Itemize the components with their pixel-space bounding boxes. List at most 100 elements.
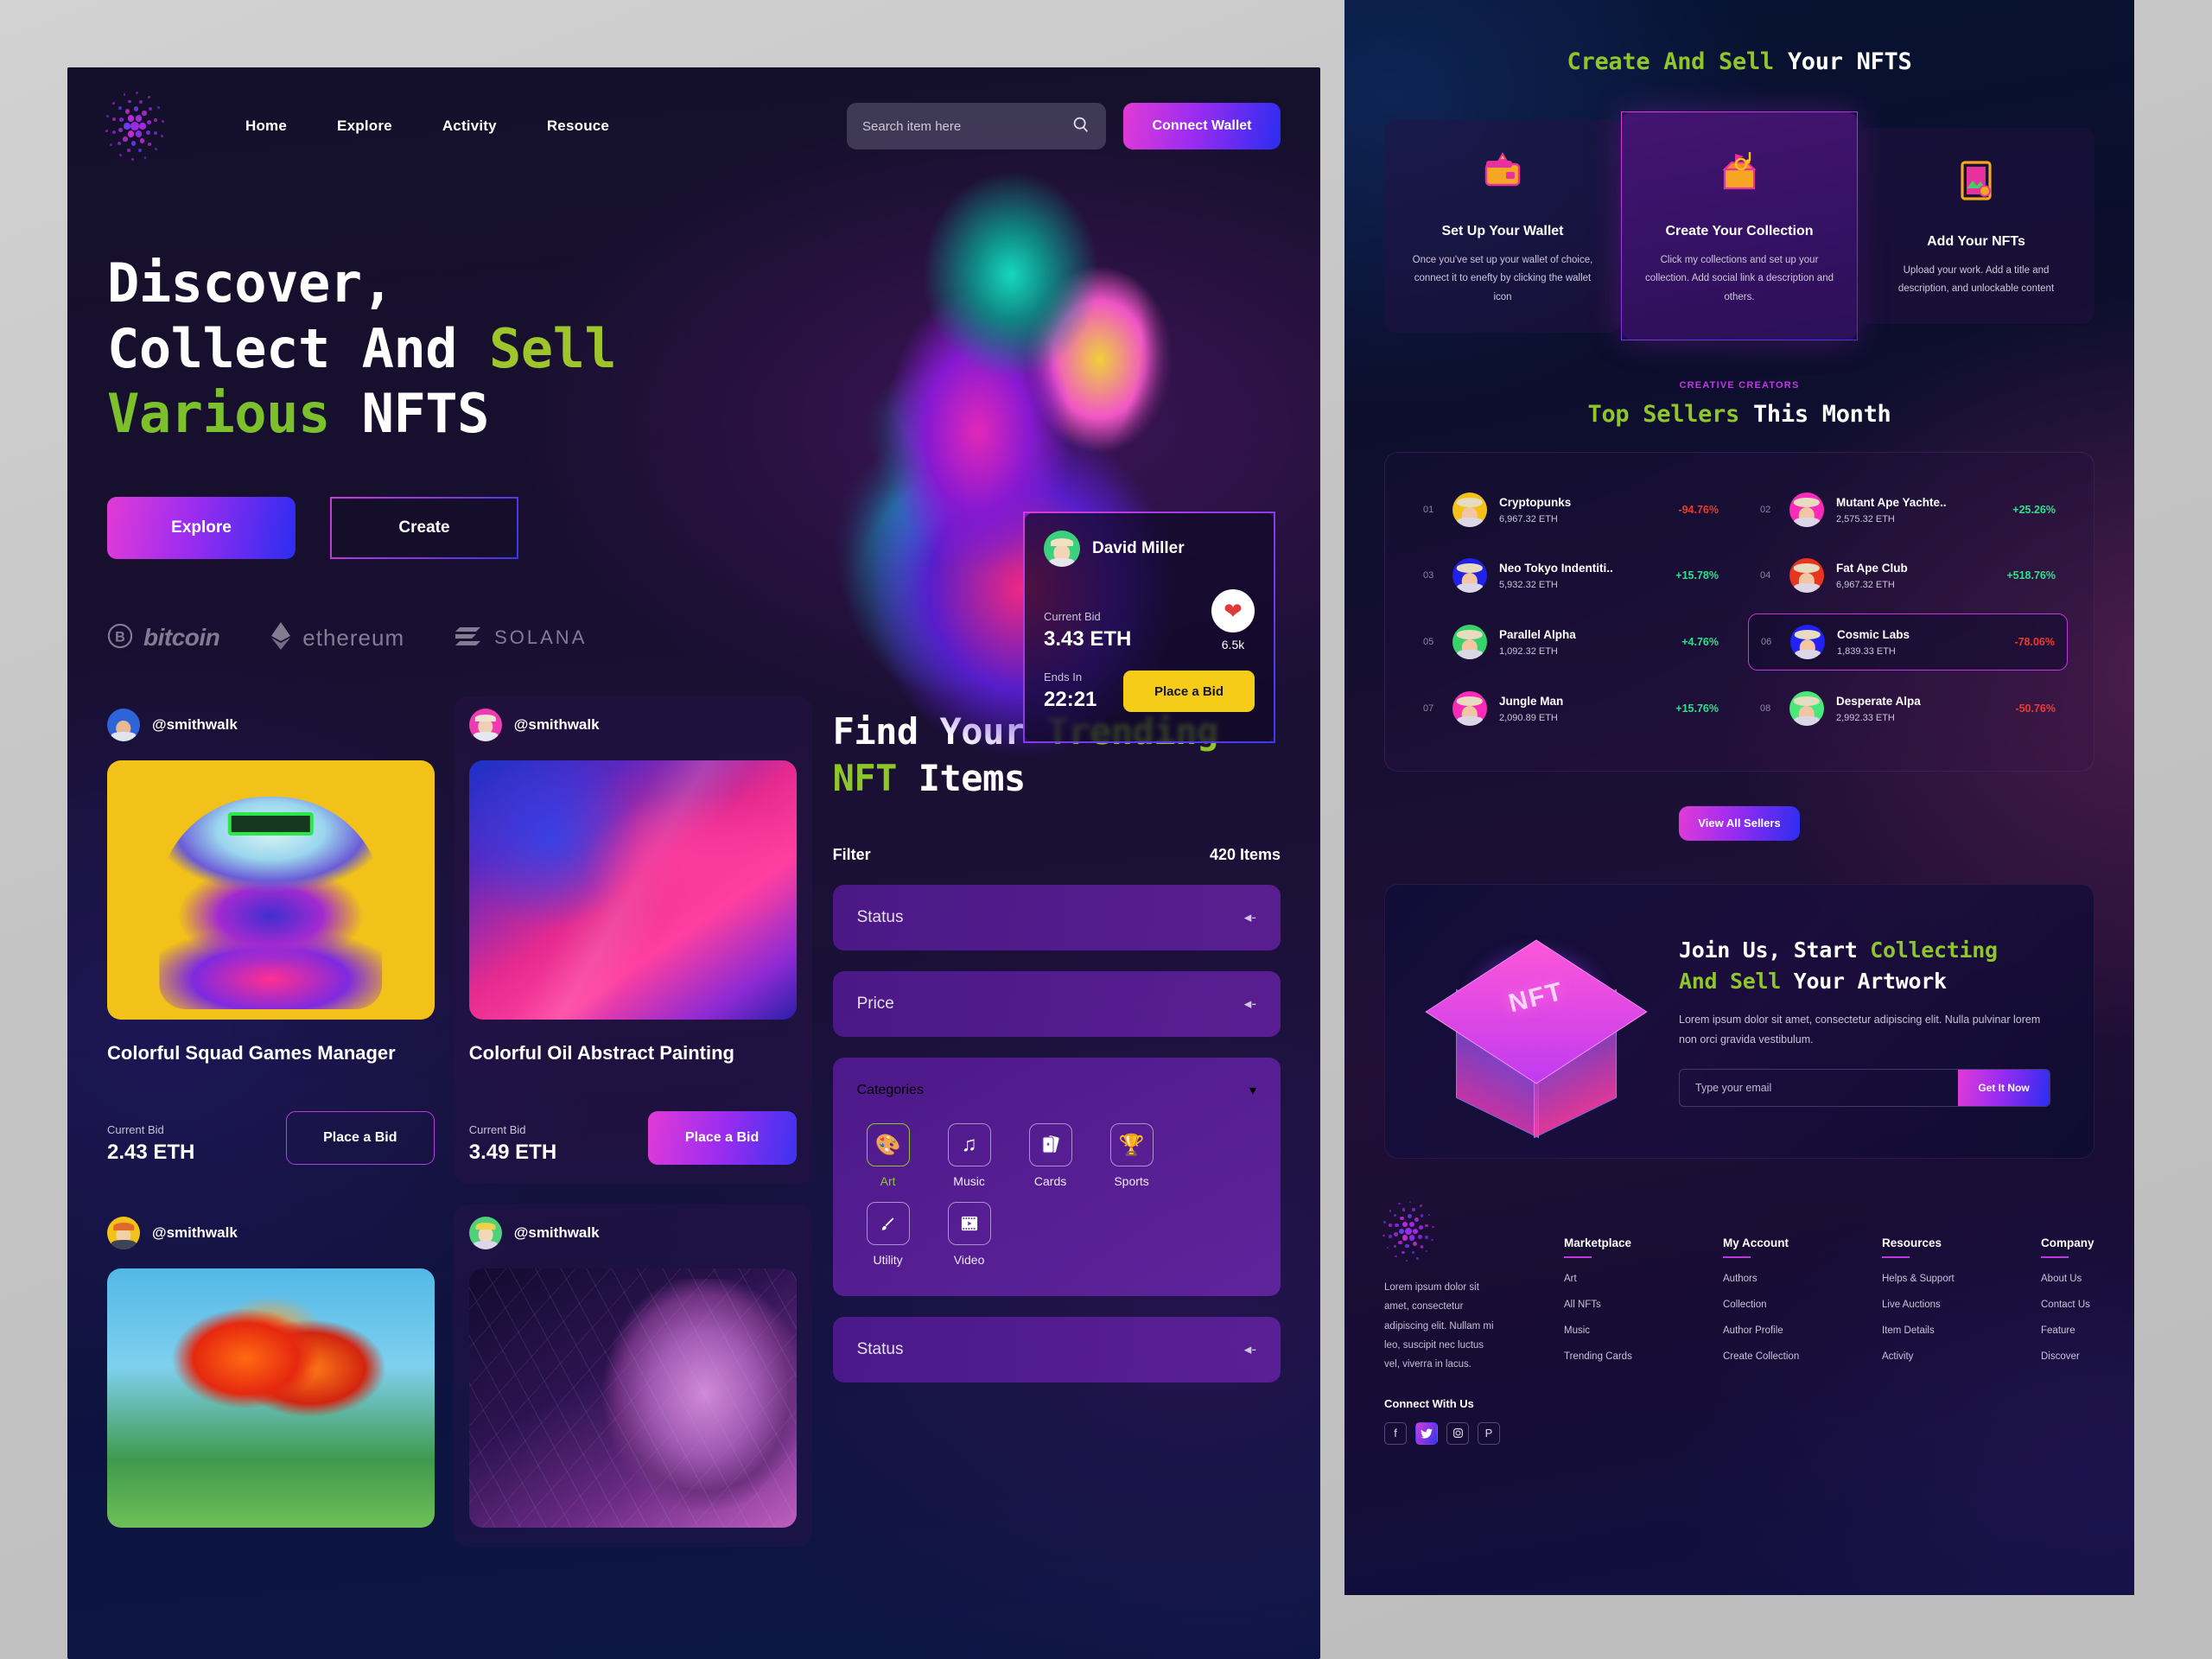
open-box-icon (1644, 147, 1834, 205)
place-a-bid-button[interactable]: Place a Bid (285, 1110, 435, 1165)
seller-row[interactable]: 07 Jungle Man 2,090.89 ETH +15.76% (1411, 681, 1731, 736)
footer-link[interactable]: Helps & Support (1882, 1274, 1982, 1284)
category-video[interactable]: Video (938, 1202, 1001, 1267)
avatar (468, 1216, 502, 1249)
category-label: Utility (873, 1253, 903, 1268)
footer-link[interactable]: Art (1564, 1274, 1664, 1284)
seller-row[interactable]: 05 Parallel Alpha 1,092.32 ETH +4.76% (1411, 613, 1731, 671)
nft-thumbnail-autumn-tree[interactable] (107, 1268, 435, 1528)
chevron-left-icon[interactable]: ◂- (1244, 909, 1256, 926)
like-control[interactable]: ❤ 6.5k (1211, 589, 1255, 652)
bitcoin-icon: B (107, 623, 133, 653)
footer-link[interactable]: Item Details (1882, 1325, 1982, 1336)
filter-row-price[interactable]: Price ◂- (832, 971, 1281, 1038)
filter-row-status-bottom[interactable]: Status ◂- (832, 1317, 1281, 1383)
search-input[interactable] (862, 118, 1071, 134)
nft-card[interactable]: @smithwalk Colorful Oil Abstract Paintin… (453, 696, 812, 1184)
footer-link[interactable]: Collection (1723, 1300, 1823, 1310)
hero-headline: Discover, Collect And Sell Various NFTS (107, 251, 712, 447)
seller-rank: 04 (1760, 569, 1771, 581)
nav-item-resouce[interactable]: Resouce (547, 118, 609, 135)
seller-row[interactable]: 04 Fat Ape Club 6,967.32 ETH +518.76% (1748, 548, 2068, 603)
brand-logo-icon[interactable] (1382, 1200, 1434, 1262)
place-a-bid-button[interactable]: Place a Bid (1123, 671, 1255, 712)
place-a-bid-button[interactable]: Place a Bid (647, 1110, 797, 1165)
seller-row[interactable]: 06 Cosmic Labs 1,839.33 ETH -78.06% (1748, 613, 2068, 671)
footer-link[interactable]: About Us (2041, 1274, 2134, 1284)
chevron-down-icon[interactable]: ▾ (1249, 1082, 1256, 1099)
author-handle[interactable]: @smithwalk (514, 1224, 600, 1242)
footer-link[interactable]: Feature (2041, 1325, 2134, 1336)
get-it-now-button[interactable]: Get It Now (1958, 1070, 2050, 1107)
seller-row[interactable]: 03 Neo Tokyo Indentiti.. 5,932.32 ETH +15.7… (1411, 548, 1731, 603)
chevron-left-icon[interactable]: ◂- (1244, 1341, 1256, 1358)
instagram-icon[interactable] (1446, 1421, 1469, 1445)
search-box[interactable] (847, 103, 1106, 149)
nft-thumbnail-squad-games[interactable] (107, 760, 435, 1020)
footer-link[interactable]: All NFTs (1564, 1300, 1664, 1310)
categories-header[interactable]: Categories ▾ (857, 1058, 1256, 1123)
category-art[interactable]: 🎨 Art (857, 1123, 919, 1188)
connect-with-us-title: Connect With Us (1384, 1396, 1474, 1410)
seller-row[interactable]: 01 Cryptopunks 6,967.32 ETH -94.76% (1411, 482, 1731, 537)
current-bid-value: 3.49 ETH (468, 1140, 557, 1164)
seller-eth: 2,090.89 ETH (1499, 712, 1558, 723)
filter-row-status[interactable]: Status ◂- (832, 885, 1281, 951)
items-count: 420 Items (1209, 846, 1281, 864)
heart-icon[interactable]: ❤ (1211, 589, 1255, 632)
view-all-sellers-button[interactable]: View All Sellers (1679, 805, 1800, 841)
category-sports[interactable]: 🏆 Sports (1101, 1123, 1163, 1188)
seller-rank: 05 (1423, 636, 1434, 647)
nav-item-explore[interactable]: Explore (337, 118, 392, 135)
nft-thumbnail-geometric-face[interactable] (468, 1268, 797, 1528)
email-field[interactable] (1695, 1082, 1958, 1095)
twitter-icon[interactable] (1415, 1421, 1438, 1445)
nav-item-activity[interactable]: Activity (442, 118, 497, 135)
create-button[interactable]: Create (330, 496, 518, 559)
category-utility[interactable]: Utility (857, 1202, 919, 1267)
current-bid-label: Current Bid (107, 1122, 164, 1136)
pinterest-icon[interactable]: P (1478, 1421, 1500, 1445)
step-set-up-wallet[interactable]: Set Up Your Wallet Once you've set up yo… (1384, 119, 1621, 333)
footer-link[interactable]: Music (1564, 1325, 1664, 1336)
connect-wallet-button[interactable]: Connect Wallet (1123, 103, 1281, 149)
step-add-nfts[interactable]: Add Your NFTs Upload your work. Add a ti… (1858, 127, 2094, 325)
step-create-collection[interactable]: Create Your Collection Click my collecti… (1620, 111, 1859, 340)
category-cards[interactable]: Cards (1020, 1123, 1082, 1188)
footer-link[interactable]: Author Profile (1723, 1325, 1823, 1336)
create-sell-heading-a: Create And Sell (1567, 48, 1775, 75)
footer-link[interactable]: Discover (2041, 1351, 2134, 1362)
nft-card[interactable]: @smithwalk (107, 1216, 435, 1547)
footer-link[interactable]: Create Collection (1723, 1351, 1823, 1362)
right-panel-content: Create And Sell Your NFTS Set Up Your Wa… (1344, 0, 2134, 1479)
join-copy: Join Us, Start Collecting And Sell Your … (1679, 935, 2056, 1108)
seller-row[interactable]: 08 Desperate Alpa 2,992.33 ETH -50.76% (1748, 681, 2068, 736)
avatar (1789, 492, 1824, 527)
footer-link[interactable]: Trending Cards (1564, 1351, 1664, 1362)
footer-link[interactable]: Authors (1723, 1274, 1823, 1284)
avatar (468, 708, 502, 741)
author-handle[interactable]: @smithwalk (152, 716, 238, 734)
bid-card-user: David Miller (1044, 531, 1255, 567)
search-icon[interactable] (1071, 115, 1090, 138)
chevron-left-icon[interactable]: ◂- (1244, 995, 1256, 1013)
nft-card[interactable]: @smithwalk Colorful Squad Games Manager … (107, 708, 435, 1184)
footer-link[interactable]: Live Auctions (1882, 1300, 1982, 1310)
footer-column-heading: Marketplace (1564, 1236, 1632, 1249)
seller-rank: 07 (1423, 702, 1434, 714)
nft-card[interactable]: @smithwalk (453, 1204, 812, 1547)
step-title: Add Your NFTs (1927, 233, 2025, 249)
nav-item-home[interactable]: Home (245, 118, 287, 135)
author-handle[interactable]: @smithwalk (514, 716, 600, 734)
brand-logo-icon[interactable] (105, 91, 165, 162)
author-handle[interactable]: @smithwalk (152, 1224, 238, 1242)
category-music[interactable]: ♫ Music (938, 1123, 1001, 1188)
explore-button[interactable]: Explore (107, 496, 296, 559)
footer-link[interactable]: Contact Us (2041, 1300, 2134, 1310)
seller-rank: 06 (1761, 636, 1772, 647)
footer-link[interactable]: Activity (1882, 1351, 1982, 1362)
facebook-icon[interactable]: f (1384, 1421, 1407, 1445)
footer-underline (2041, 1255, 2069, 1259)
nft-thumbnail-oil-abstract[interactable] (468, 760, 797, 1020)
seller-row[interactable]: 02 Mutant Ape Yachte.. 2,575.32 ETH +25.26% (1748, 482, 2068, 537)
